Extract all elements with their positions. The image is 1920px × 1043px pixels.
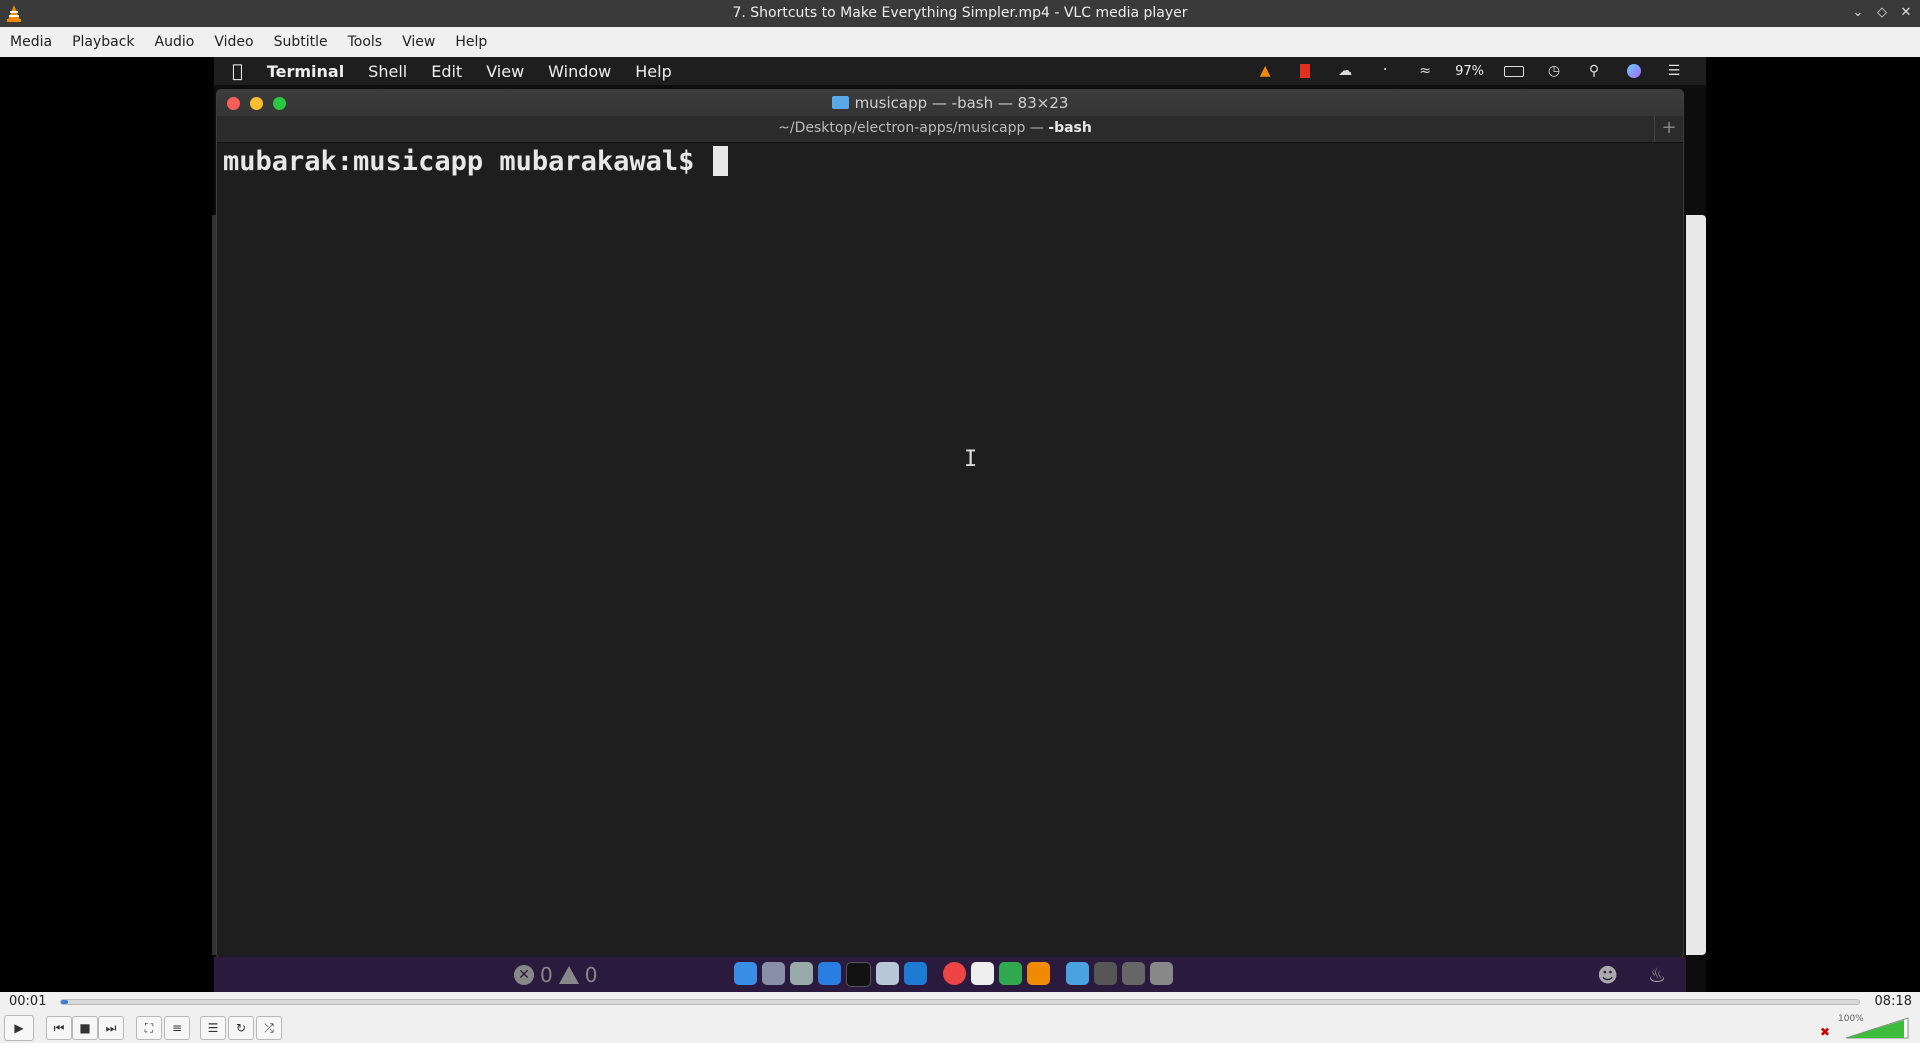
rocket-icon	[790, 962, 813, 985]
folder-icon	[831, 96, 849, 109]
mute-icon[interactable]: ✖	[1820, 1025, 1830, 1039]
terminal-tab-path: ~/Desktop/electron-apps/musicapp —	[778, 120, 1049, 136]
menu-video[interactable]: Video	[204, 34, 263, 50]
warning-count: 0	[584, 963, 598, 987]
fullscreen-button[interactable]: ⛶	[136, 1016, 162, 1040]
total-time: 08:18	[1874, 994, 1912, 1009]
folder-dock-icon	[1094, 962, 1117, 985]
stop-button[interactable]: ■	[72, 1016, 98, 1040]
terminal-titlebar: musicapp — -bash — 83×23	[217, 90, 1683, 116]
mac-menu-view: View	[475, 61, 524, 81]
mac-menu-window: Window	[537, 61, 611, 81]
window-titlebar: 7. Shortcuts to Make Everything Simpler.…	[0, 0, 1920, 27]
mac-dock: ✕ 0 0 ☻ ♨	[214, 957, 1686, 992]
bluetooth-icon: ᛫	[1380, 63, 1390, 79]
controls-bar: ▶ ⏮ ■ ⏭ ⛶ ≡ ☰ ↻ ⤮ ✖ 100%	[0, 1012, 1920, 1043]
maximize-icon[interactable]: ◇	[1874, 3, 1890, 21]
playlist-button[interactable]: ☰	[200, 1016, 226, 1040]
vscode-icon	[904, 962, 927, 985]
list-icon: ☰	[1667, 63, 1681, 79]
menu-tools[interactable]: Tools	[338, 34, 393, 50]
battery-icon	[1504, 63, 1524, 79]
wifi-icon: ≈	[1419, 63, 1431, 79]
cloud-icon: ☁	[1338, 63, 1353, 79]
window-title: 7. Shortcuts to Make Everything Simpler.…	[732, 5, 1188, 21]
warning-icon	[558, 966, 579, 984]
tasks-icon	[971, 962, 994, 985]
mac-app-name: Terminal	[256, 61, 344, 81]
terminal-content: mubarak:musicapp mubarakawal$	[223, 146, 1677, 952]
clock-icon: ◷	[1547, 63, 1561, 79]
menu-subtitle[interactable]: Subtitle	[264, 34, 338, 50]
battery-percent: 97%	[1455, 63, 1484, 79]
screenshot-icon	[1066, 962, 1089, 985]
seek-progress	[61, 1000, 69, 1004]
volume-wedge-icon	[1846, 1017, 1909, 1039]
seek-row: 00:01 08:18	[0, 992, 1920, 1012]
terminal-title: musicapp — -bash — 83×23	[854, 94, 1069, 112]
loop-button[interactable]: ↻	[228, 1016, 254, 1040]
dock-apps	[734, 962, 1173, 987]
editor-status: ✕ 0 0	[514, 963, 597, 987]
search-icon: ⚲	[1588, 63, 1600, 79]
vlc-dock-icon	[1027, 962, 1050, 985]
volume-slider[interactable]: ✖ 100%	[1820, 1014, 1918, 1040]
launchpad-icon	[762, 962, 785, 985]
new-tab-icon: +	[1654, 116, 1683, 142]
emoji-icon: ☻	[1597, 963, 1619, 987]
menu-audio[interactable]: Audio	[145, 34, 205, 50]
safari-icon	[818, 962, 841, 985]
text-cursor	[712, 146, 728, 176]
record-icon	[1295, 63, 1315, 79]
mac-menu-shell: Shell	[357, 61, 407, 81]
mac-menu-help: Help	[624, 61, 671, 81]
trash-icon	[1150, 962, 1173, 985]
menu-media[interactable]: Media	[0, 34, 62, 50]
play-button[interactable]: ▶	[4, 1015, 34, 1041]
menu-bar: Media Playback Audio Video Subtitle Tool…	[0, 27, 1920, 57]
finder-icon	[734, 962, 757, 985]
error-count: 0	[540, 963, 553, 987]
video-area[interactable]:  Terminal Shell Edit View Window Help ▲…	[0, 57, 1920, 992]
mac-menu-edit: Edit	[420, 61, 462, 81]
siri-icon	[1624, 63, 1644, 79]
menu-playback[interactable]: Playback	[62, 34, 144, 50]
background-window-edge-right	[1686, 215, 1706, 955]
apple-icon: 	[232, 61, 243, 82]
preview-icon	[876, 962, 899, 985]
next-button[interactable]: ⏭	[98, 1016, 124, 1040]
minimize-icon[interactable]: ⌄	[1850, 3, 1866, 21]
close-icon[interactable]: ✕	[1898, 3, 1914, 21]
previous-button[interactable]: ⏮	[46, 1016, 72, 1040]
terminal-icon	[846, 962, 871, 987]
mac-menu-bar:  Terminal Shell Edit View Window Help ▲…	[214, 57, 1706, 85]
seek-slider[interactable]	[60, 999, 1860, 1005]
menu-help[interactable]: Help	[445, 34, 497, 50]
extended-settings-button[interactable]: ≡	[164, 1016, 190, 1040]
terminal-tab-shell: -bash	[1048, 120, 1092, 136]
ibeam-cursor-icon: I	[964, 447, 978, 472]
notes-icon	[999, 962, 1022, 985]
shuffle-button[interactable]: ⤮	[256, 1016, 282, 1040]
terminal-tab-bar: ~/Desktop/electron-apps/musicapp — -bash…	[217, 116, 1683, 143]
elapsed-time: 00:01	[9, 994, 47, 1009]
vlc-icon: ▲	[1259, 63, 1271, 79]
chrome-icon	[943, 962, 966, 985]
menu-view[interactable]: View	[392, 34, 445, 50]
bell-icon: ♨	[1648, 963, 1666, 987]
error-icon: ✕	[514, 965, 534, 985]
shell-prompt: mubarak:musicapp mubarakawal$	[223, 146, 711, 177]
terminal-window: musicapp — -bash — 83×23 ~/Desktop/elect…	[216, 89, 1684, 959]
downloads-icon	[1122, 962, 1145, 985]
